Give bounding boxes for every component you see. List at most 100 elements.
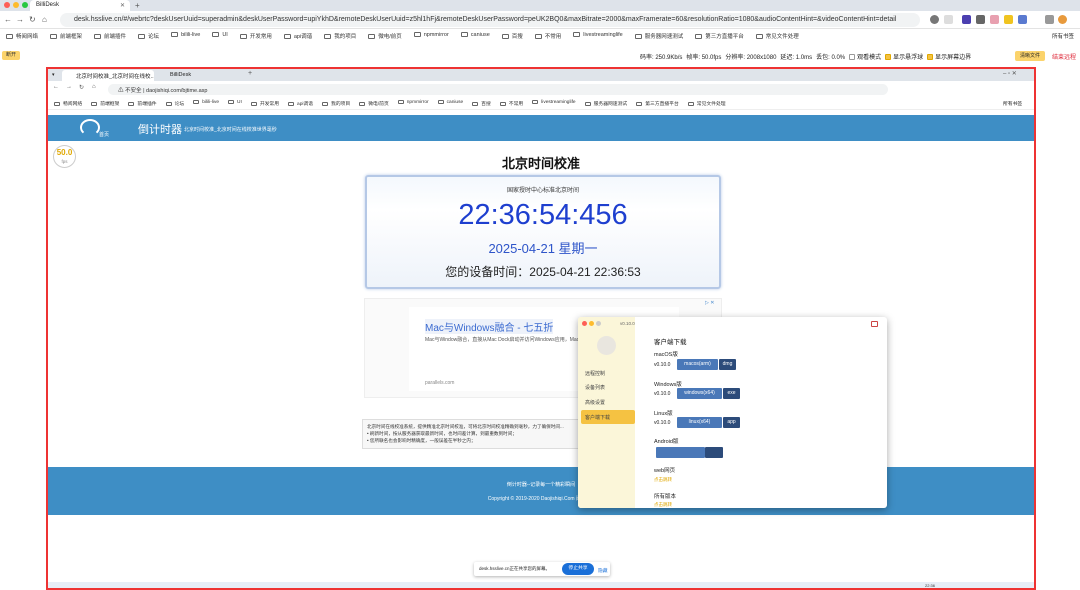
stop-share-button[interactable]: 停止共享 [562,563,594,575]
end-remote-button[interactable]: 结束远程 [1052,52,1076,61]
bookmark-item[interactable]: 常见文件处理 [687,100,726,107]
checkbox[interactable] [927,54,934,60]
bookmark-item[interactable]: 不常用 [499,100,523,107]
sidebar-item-download[interactable]: 客户端下载 [585,414,610,421]
bookmark-item[interactable]: 常见文件处理 [755,32,799,40]
maximize-dot[interactable] [22,2,28,8]
hide-button[interactable]: 隐藏 [598,567,608,574]
bookmark-item[interactable]: 我的项目 [322,100,350,107]
home-icon[interactable]: ⌂ [42,15,47,24]
bookmark-item[interactable]: 百搜 [472,100,491,107]
bookmark-item[interactable]: 不常用 [534,32,561,40]
chrome-ext-icon[interactable] [1004,15,1013,24]
translate-icon[interactable] [930,15,939,24]
bookmark-item[interactable]: api调谐 [283,32,312,40]
watch-mode-option[interactable]: 观看模式 [849,52,881,61]
bookmark-item[interactable]: 论坛 [165,100,184,107]
home-icon[interactable]: ⌂ [92,84,96,90]
avatar[interactable] [1058,15,1067,24]
bookmark-item[interactable]: 第三方直播平台 [695,32,744,40]
checkbox[interactable] [885,54,892,60]
back-icon[interactable]: ← [53,84,59,90]
close-dot[interactable] [582,321,587,326]
bookmark-item[interactable]: UI [228,100,242,107]
windows-ext[interactable]: exe [723,388,740,399]
puzzle-icon[interactable] [1018,15,1027,24]
bookmark-item[interactable]: 前端框架 [91,100,119,107]
all-bookmarks[interactable]: 所有书签 [1052,32,1074,40]
all-versions-link[interactable]: 点击跳转 [654,502,672,508]
macos-download-button[interactable]: macos(arm) [677,359,718,370]
remote-address-bar[interactable]: ⚠ 不安全 | daojishiqi.com/bjtime.asp [108,84,888,95]
outer-tab[interactable]: BilliDesk ✕ [30,0,130,11]
screen-border-option[interactable]: 显示屏幕边界 [927,52,971,61]
bookmark-item[interactable]: caniuse [460,32,490,40]
disconnect-button[interactable]: 断开 [2,51,20,60]
bookmark-item[interactable]: UI [212,32,228,40]
extension2-icon[interactable] [990,15,999,24]
bookmark-item[interactable]: 论坛 [138,32,159,40]
popout-icon[interactable] [871,321,878,327]
ad-url[interactable]: parallels.com [425,380,454,386]
window-controls[interactable]: – ▫ ✕ [1003,70,1017,77]
quality-button[interactable]: 清晰文件 [1015,51,1045,61]
linux-download-button[interactable]: linux(x64) [677,417,722,428]
forward-icon[interactable]: → [16,15,24,24]
all-bookmarks[interactable]: 所有书签 [1003,100,1022,107]
checkbox[interactable] [849,54,856,60]
android-ext[interactable] [705,447,723,458]
minimize-dot[interactable] [589,321,594,326]
android-download-button[interactable] [656,447,705,458]
bookmark-item[interactable]: 开发常用 [239,32,272,40]
extension-icon[interactable] [962,15,971,24]
bookmark-item[interactable]: 第三方直播平台 [636,100,679,107]
bookmark-item[interactable]: 前端插件 [128,100,157,107]
filter-icon[interactable] [976,15,985,24]
forward-icon[interactable]: → [66,84,72,90]
web-link[interactable]: 点击跳转 [654,477,672,483]
close-icon[interactable]: ✕ [120,2,125,9]
bookmark-item[interactable]: api调谐 [288,100,313,107]
tab-menu-icon[interactable]: ▾ [52,72,55,78]
address-bar[interactable]: desk.hsslive.cn/#/webrtc?deskUserUuid=su… [60,13,920,27]
bookmark-item[interactable]: 微电/前页 [368,32,402,40]
bookmark-item[interactable]: 畅阅网络 [6,32,38,40]
bookmark-item[interactable]: bilili-live [171,32,200,40]
linux-ext[interactable]: app [723,417,740,428]
new-tab-icon[interactable]: + [248,70,252,77]
download-icon[interactable] [1045,15,1054,24]
home-link[interactable]: 首页 [99,131,109,138]
bookmark-item[interactable]: bilili-live [193,100,219,107]
bookmark-item[interactable]: livestreaminglife [532,100,576,107]
macos-ext[interactable]: dmg [719,359,736,370]
sidebar-item-devices[interactable]: 设备列表 [585,384,605,391]
site-name[interactable]: 倒计时器 [138,121,182,137]
app-avatar[interactable] [597,336,616,355]
new-tab-icon[interactable]: + [135,1,140,10]
bookmark-item[interactable]: 服务器网速测试 [584,100,627,107]
reload-icon[interactable]: ↻ [29,15,36,24]
bookmark-item[interactable]: 我的项目 [324,32,356,40]
bookmark-item[interactable]: 前端插件 [94,32,126,40]
reload-icon[interactable]: ↻ [79,84,84,91]
ad-close-icon[interactable]: ▷ ✕ [705,300,714,306]
bookmark-item[interactable]: 畅阅网络 [54,100,82,107]
remote-tab-2[interactable]: BilliDesk [156,70,242,81]
bookmark-item[interactable]: 百搜 [501,32,523,40]
bookmark-item[interactable]: 前端框架 [50,32,82,40]
bookmark-item[interactable]: npmmirror [413,32,449,40]
close-dot[interactable] [4,2,10,8]
windows-download-button[interactable]: windows(x64) [677,388,722,399]
clock-logo-icon[interactable] [80,119,100,136]
sidebar-item-remote[interactable]: 远程控制 [585,370,605,377]
sidebar-item-settings[interactable]: 高级设置 [585,399,605,406]
bookmark-item[interactable]: livestreaminglife [573,32,623,40]
star-icon[interactable] [944,15,953,24]
back-icon[interactable]: ← [4,15,12,24]
bookmark-item[interactable]: 开发常用 [250,100,279,107]
bookmark-item[interactable]: 微电/前页 [359,100,389,107]
bookmark-item[interactable]: 服务器网速测试 [634,32,683,40]
ad-title[interactable]: Mac与Windows融合 - 七五折 [425,319,554,334]
billidesk-window[interactable]: v0.10.0 远程控制 设备列表 高级设置 客户端下载 客户端下载 macOS… [578,317,887,508]
remote-screen[interactable]: ▾ 北京时间校准_北京时间在线校... BilliDesk + – ▫ ✕ ← … [46,67,1036,590]
